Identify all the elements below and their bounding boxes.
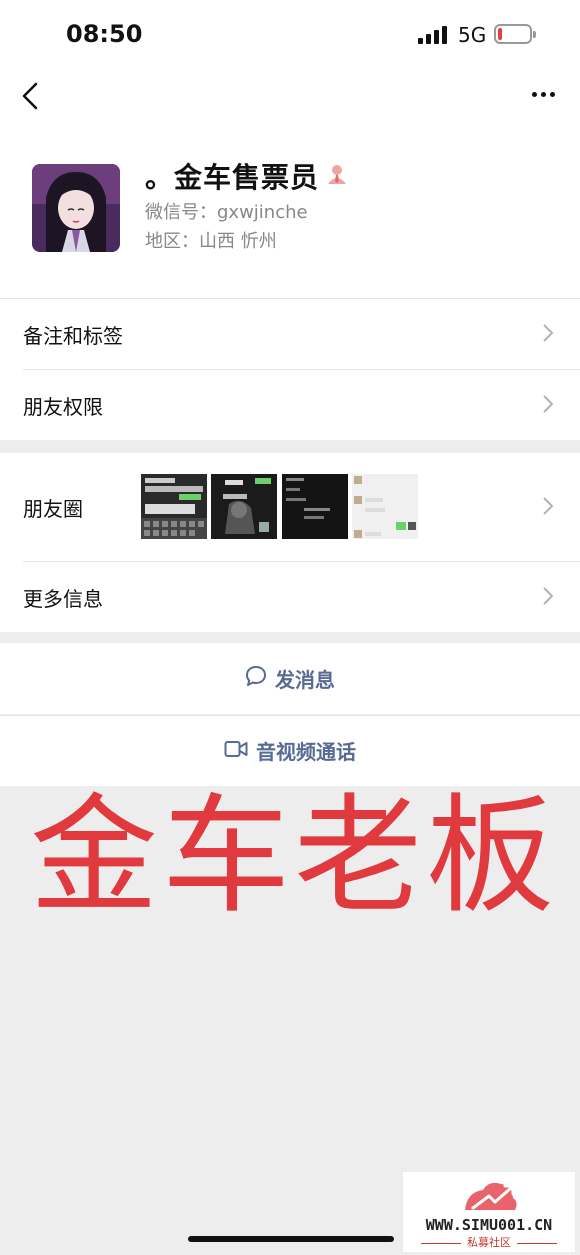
- chevron-right-icon: [541, 393, 555, 415]
- video-camera-icon: [224, 739, 248, 763]
- moments-thumbnail: [141, 474, 207, 539]
- send-message-button[interactable]: 发消息: [0, 643, 580, 714]
- profile-wechat-id: 微信号：gxwjinche: [145, 202, 308, 223]
- home-indicator: [188, 1236, 394, 1242]
- moments-thumbnail: [211, 474, 277, 539]
- row-more-info[interactable]: 更多信息: [0, 561, 580, 632]
- watermark-logo: [459, 1176, 521, 1218]
- video-call-button[interactable]: 音视频通话: [0, 715, 580, 786]
- divider: [23, 369, 580, 370]
- watermark: WWW.SIMU001.CN 私募社区: [403, 1172, 575, 1252]
- row-friend-permissions[interactable]: 朋友权限: [0, 369, 580, 440]
- moments-thumbnail: [352, 474, 418, 539]
- row-label: 朋友权限: [23, 395, 103, 419]
- overlay-annotation: 金车老板: [30, 782, 559, 931]
- navigation-bar: [0, 62, 580, 130]
- video-call-label: 音视频通话: [256, 740, 356, 764]
- status-bar: 08:50 5G: [0, 0, 580, 62]
- row-label: 朋友圈: [23, 497, 83, 521]
- send-message-label: 发消息: [275, 668, 335, 692]
- status-time: 08:50: [66, 20, 143, 48]
- row-label: 更多信息: [23, 587, 103, 611]
- row-moments[interactable]: 朋友圈: [0, 453, 580, 561]
- divider: [0, 298, 580, 299]
- chevron-right-icon: [541, 585, 555, 607]
- watermark-site: WWW.SIMU001.CN: [425, 1216, 553, 1234]
- person-badge-icon: [326, 163, 348, 185]
- profile-nickname: 。金车售票员: [145, 161, 320, 194]
- row-remarks-tags[interactable]: 备注和标签: [0, 298, 580, 369]
- divider: [23, 561, 580, 562]
- chevron-left-icon[interactable]: [18, 78, 48, 114]
- row-label: 备注和标签: [23, 324, 123, 348]
- moments-thumbnail: [282, 474, 348, 539]
- battery-icon: [494, 24, 536, 44]
- network-type: 5G: [458, 23, 487, 47]
- chevron-right-icon: [541, 495, 555, 517]
- chevron-right-icon: [541, 322, 555, 344]
- watermark-subtitle: 私募社区: [403, 1234, 575, 1250]
- avatar[interactable]: [32, 164, 120, 252]
- profile-region: 地区：山西 忻州: [145, 231, 277, 252]
- signal-icon: [418, 26, 448, 44]
- profile-header: 。金车售票员 微信号：gxwjinche 地区：山西 忻州: [0, 130, 580, 298]
- ellipsis-icon[interactable]: [528, 80, 560, 110]
- chat-bubble-icon: [245, 665, 267, 692]
